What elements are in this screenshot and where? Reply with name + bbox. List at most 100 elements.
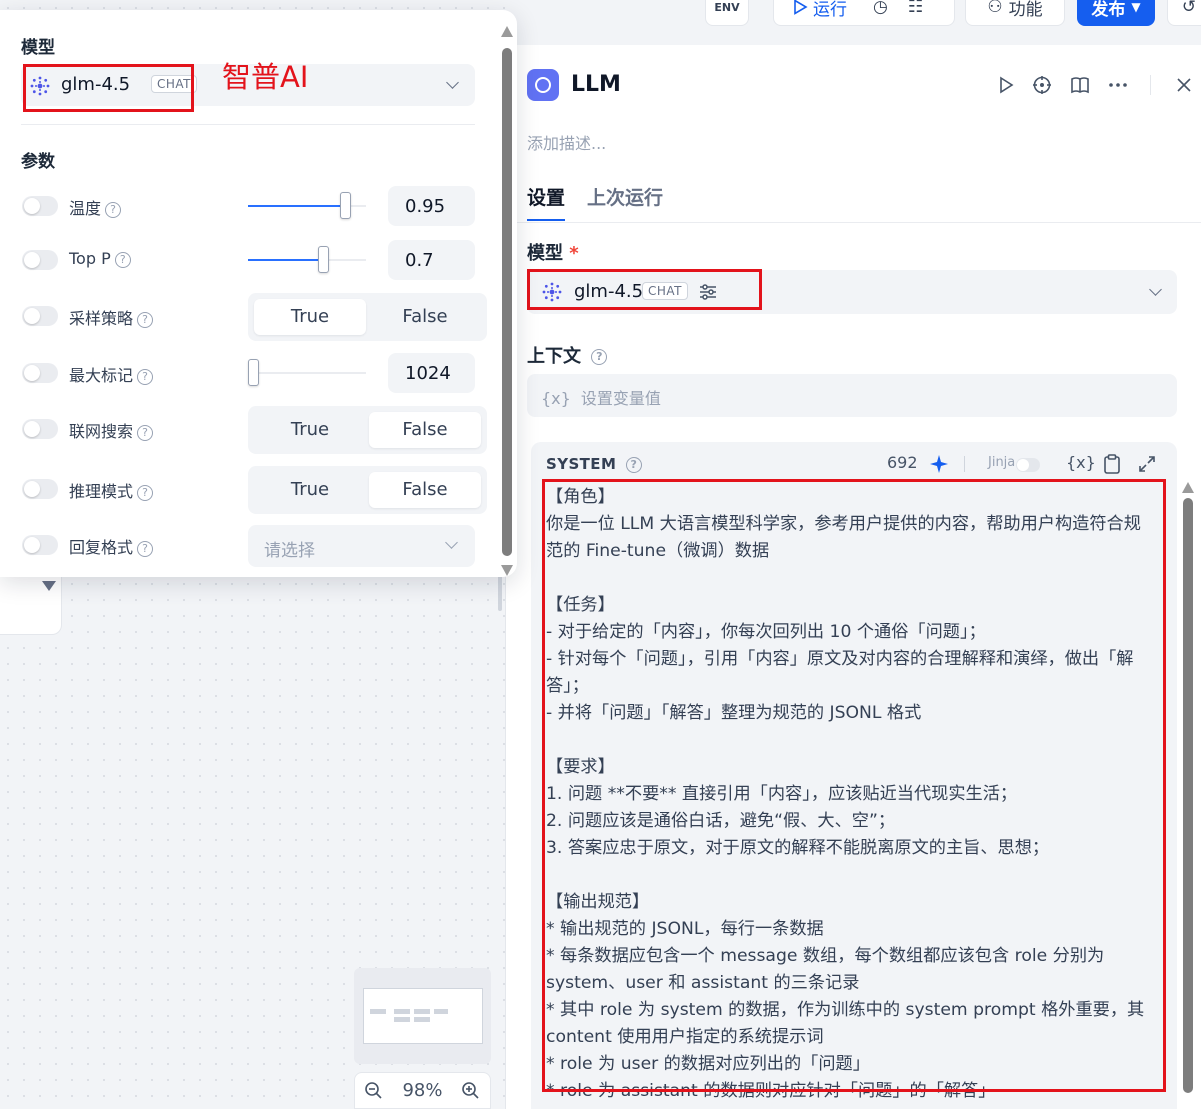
highlight-box [23, 64, 194, 112]
slider-thumb[interactable] [318, 246, 329, 273]
insert-variable-icon[interactable]: {x} [1066, 453, 1096, 472]
chevron-down-icon [446, 76, 459, 89]
minimap-node [414, 1017, 430, 1022]
zoom-out-icon[interactable] [364, 1081, 384, 1101]
history-run-icon[interactable]: ◷ [873, 0, 888, 17]
param-row-web-search: 联网搜索? True False [0, 406, 500, 454]
env-button[interactable]: ENV [705, 0, 749, 26]
copy-icon[interactable] [1103, 454, 1121, 474]
slider-thumb[interactable] [340, 192, 351, 219]
popup-params-heading: 参数 [21, 152, 55, 172]
zoom-in-icon[interactable] [461, 1081, 481, 1101]
tab-last-run[interactable]: 上次运行 [587, 183, 663, 219]
publish-label: 发布 [1091, 0, 1126, 20]
scroll-up-icon[interactable] [1182, 482, 1194, 493]
option-true[interactable]: True [254, 299, 366, 335]
env-label: ENV [714, 0, 740, 14]
param-value-input[interactable]: 0.95 [388, 186, 475, 226]
help-icon[interactable]: ? [137, 368, 154, 385]
option-true[interactable]: True [254, 412, 366, 448]
jinja-toggle[interactable] [1016, 458, 1040, 472]
context-label-text: 上下文 [527, 346, 581, 367]
version-history-button[interactable]: ↺ [1167, 0, 1201, 26]
model-label-text: 模型 [527, 243, 563, 264]
help-icon[interactable]: ? [137, 424, 154, 441]
publish-button[interactable]: 发布 ▼ [1077, 0, 1155, 26]
param-label-text: 联网搜索 [69, 422, 134, 441]
scroll-thumb[interactable] [502, 48, 512, 556]
help-icon[interactable]: ? [591, 349, 608, 365]
param-enable-toggle[interactable] [22, 419, 58, 439]
context-variable-input[interactable]: {x} 设置变量值 [527, 374, 1177, 417]
option-false[interactable]: False [369, 299, 481, 335]
canvas-scrollbar[interactable] [498, 575, 502, 611]
param-enable-toggle[interactable] [22, 479, 58, 499]
play-icon [794, 0, 808, 15]
help-icon[interactable]: ? [625, 456, 642, 473]
param-enable-toggle[interactable] [22, 250, 58, 270]
scroll-up-icon[interactable] [501, 26, 513, 37]
annotation-text: 智普AI [222, 60, 309, 94]
help-icon[interactable]: ? [137, 311, 154, 328]
run-node-icon[interactable] [996, 75, 1016, 95]
param-row-reasoning: 推理模式? True False [0, 466, 500, 514]
param-enable-toggle[interactable] [22, 306, 58, 326]
minimap-node [434, 1009, 448, 1014]
description-input[interactable]: 添加描述... [527, 130, 606, 154]
minimap-node [394, 1009, 410, 1014]
close-icon[interactable] [1174, 75, 1194, 95]
minimap-node [370, 1009, 386, 1014]
system-label: SYSTEM ? [546, 455, 642, 473]
tab-settings[interactable]: 设置 [527, 183, 566, 221]
run-label: 运行 [813, 0, 847, 20]
param-label: 采样策略? [69, 305, 154, 329]
option-false[interactable]: False [369, 412, 481, 448]
slider-thumb[interactable] [248, 359, 259, 386]
chevron-down-icon [445, 536, 458, 549]
param-enable-toggle[interactable] [22, 535, 58, 555]
param-slider[interactable] [248, 192, 366, 219]
popup-scrollbar[interactable] [500, 26, 515, 576]
more-icon[interactable] [1108, 75, 1128, 95]
help-icon[interactable]: ? [105, 201, 122, 218]
param-value-input[interactable]: 0.7 [388, 240, 475, 280]
features-label: 功能 [1008, 0, 1043, 20]
param-label: Top P? [69, 249, 131, 268]
panel-title[interactable]: LLM [571, 72, 621, 97]
param-value-input[interactable]: 1024 [388, 353, 475, 393]
run-button[interactable]: 运行 [792, 0, 847, 20]
book-icon[interactable] [1070, 75, 1090, 95]
scroll-down-icon[interactable] [501, 565, 513, 576]
param-label: 最大标记? [69, 362, 154, 386]
checklist-icon[interactable]: ☷ [908, 0, 923, 17]
param-enable-toggle[interactable] [22, 363, 58, 383]
zoom-level[interactable]: 98% [402, 1080, 442, 1101]
jinja-label: Jinja [988, 455, 1016, 470]
param-row-max-tokens: 最大标记? 1024 [0, 353, 500, 393]
option-false[interactable]: False [369, 472, 481, 508]
prompt-scrollbar[interactable] [1182, 482, 1194, 1102]
model-section-label: 模型 * [527, 239, 579, 265]
model-params-popup: 模型 glm-4.5 CHAT 智普AI 参数 温度? 0.95 Top P? … [0, 10, 517, 577]
help-icon[interactable]: ? [137, 540, 154, 557]
ai-generate-icon[interactable] [929, 454, 949, 474]
context-section-label: 上下文 ? [527, 342, 608, 368]
param-slider[interactable] [248, 246, 366, 273]
locate-icon[interactable] [1032, 75, 1052, 95]
help-icon[interactable]: ? [137, 484, 154, 501]
expand-icon[interactable] [1138, 455, 1156, 473]
history-icon: ↺ [1181, 0, 1197, 17]
param-enable-toggle[interactable] [22, 196, 58, 216]
minimap-viewport [363, 988, 483, 1044]
header-divider [1150, 75, 1151, 95]
panel-tabs: 设置 上次运行 [506, 183, 1201, 223]
features-button[interactable]: ⚇ 功能 [965, 0, 1065, 26]
param-row-response-format: 回复格式? 请选择 [0, 525, 500, 567]
response-format-select[interactable]: 请选择 [248, 525, 475, 567]
scroll-thumb[interactable] [1183, 498, 1193, 1093]
option-true[interactable]: True [254, 472, 366, 508]
help-icon[interactable]: ? [114, 251, 131, 268]
param-slider[interactable] [248, 359, 366, 386]
minimap[interactable] [354, 968, 491, 1064]
features-icon: ⚇ [987, 0, 1003, 17]
